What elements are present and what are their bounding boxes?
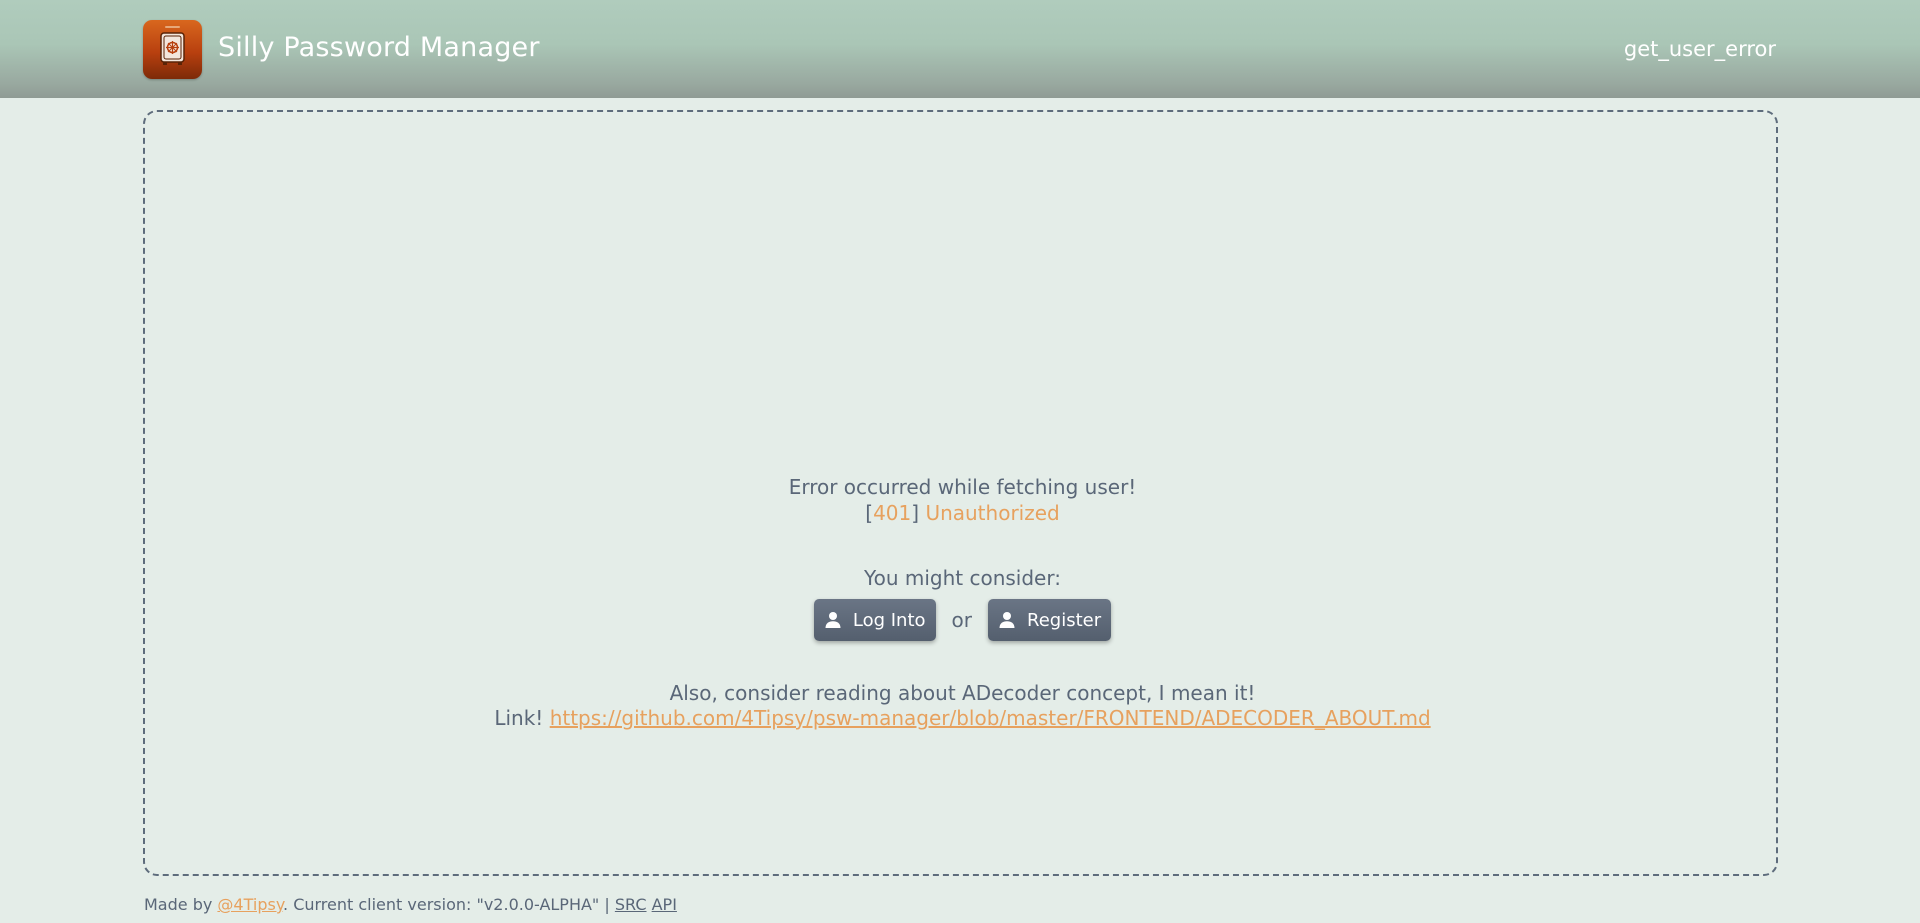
or-text: or — [951, 608, 973, 632]
adecoder-link-line: Link! https://github.com/4Tipsy/psw-mana… — [145, 705, 1780, 732]
safe-icon[interactable] — [143, 20, 202, 79]
header-status-text: get_user_error — [1623, 37, 1776, 61]
footer-version: . Current client version: "v2.0.0-ALPHA"… — [283, 895, 610, 914]
bracket-close: ] — [911, 501, 920, 525]
api-link[interactable]: API — [652, 895, 677, 914]
footer-made-by: Made by — [144, 895, 213, 914]
src-link[interactable]: SRC — [615, 895, 647, 914]
bracket-open: [ — [865, 501, 874, 525]
login-button-label: Log Into — [852, 609, 926, 631]
author-link[interactable]: @4Tipsy — [217, 895, 283, 914]
register-button-label: Register — [1027, 609, 1102, 631]
user-icon — [999, 612, 1015, 628]
error-code: 401 — [873, 501, 912, 525]
app-title[interactable]: Silly Password Manager — [218, 30, 540, 66]
main-content-box: Error occurred while fetching user! [401… — [143, 110, 1778, 876]
consider-text: You might consider: — [864, 566, 1061, 590]
error-title: Error occurred while fetching user! — [788, 475, 1137, 499]
footer: Made by @4Tipsy. Current client version:… — [144, 894, 677, 916]
link-prefix: Link! — [494, 706, 544, 730]
error-status-line: [401] Unauthorized — [145, 500, 1780, 527]
adecoder-link[interactable]: https://github.com/4Tipsy/psw-manager/bl… — [550, 706, 1431, 730]
register-button[interactable]: Register — [988, 599, 1112, 641]
error-message: Unauthorized — [925, 501, 1060, 525]
action-buttons: Log Into or Register — [145, 599, 1780, 641]
user-icon — [825, 612, 841, 628]
adecoder-note: Also, consider reading about ADecoder co… — [669, 681, 1256, 705]
login-button[interactable]: Log Into — [813, 599, 936, 641]
app-header: Silly Password Manager get_user_error — [0, 0, 1920, 98]
